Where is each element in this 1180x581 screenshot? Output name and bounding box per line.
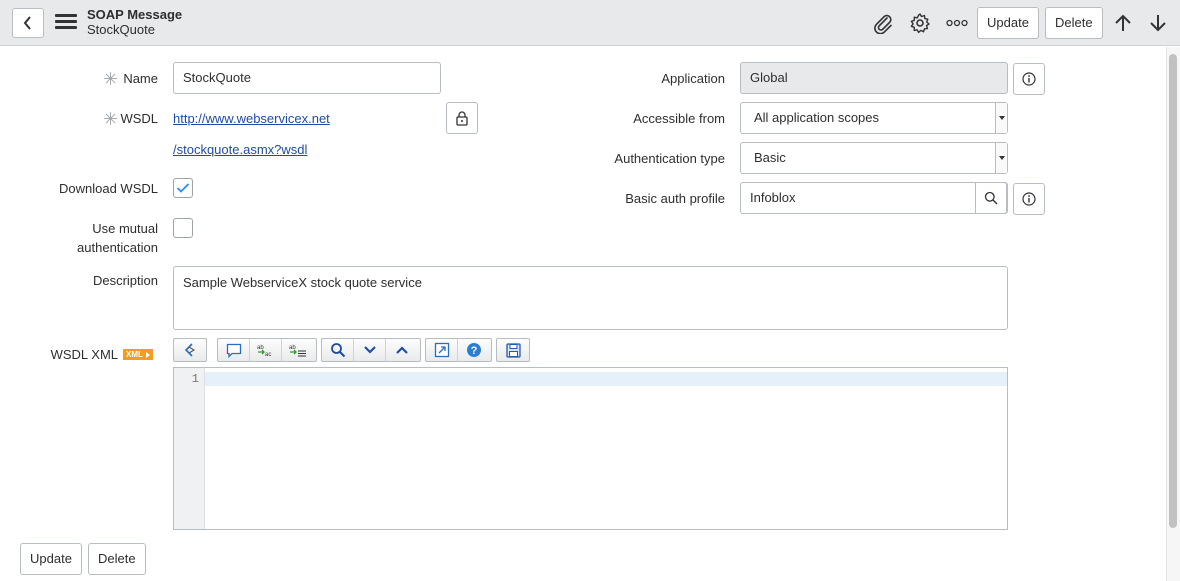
- description-label: Description: [92, 273, 158, 288]
- toolbar-group-search: [321, 338, 421, 362]
- format-icon: [184, 343, 196, 357]
- svg-text:ac: ac: [265, 352, 271, 358]
- find-next-button[interactable]: [354, 339, 386, 361]
- lock-icon: [456, 111, 468, 126]
- basic-auth-profile-label: Basic auth profile: [625, 191, 725, 206]
- comment-icon: [226, 343, 241, 358]
- auth-type-select[interactable]: Basic: [740, 142, 1008, 174]
- expand-icon: [434, 342, 449, 358]
- header-delete-button[interactable]: Delete: [1045, 7, 1103, 39]
- name-field[interactable]: StockQuote: [173, 62, 441, 94]
- help-icon: ?: [467, 343, 481, 357]
- paperclip-icon[interactable]: [871, 12, 895, 34]
- accessible-from-value: All application scopes: [754, 110, 880, 125]
- application-info-button[interactable]: [1013, 63, 1045, 95]
- chevron-left-icon: [23, 16, 31, 30]
- wsdl-link[interactable]: http://www.webservicex.net: [173, 111, 330, 126]
- basic-auth-profile-field[interactable]: Infoblox: [740, 182, 1008, 214]
- dropdown-arrow-icon: [995, 103, 1007, 133]
- mutual-auth-label-line2: authentication: [77, 240, 158, 255]
- chevron-down-icon: [363, 346, 376, 354]
- active-line-highlight: [205, 372, 1007, 386]
- replace-button[interactable]: ab ac: [250, 339, 282, 361]
- scrollbar-thumb[interactable]: [1169, 54, 1177, 528]
- save-button[interactable]: [497, 339, 529, 361]
- wsdl-label: WSDL: [120, 111, 158, 126]
- wsdl-xml-editor[interactable]: 1: [173, 367, 1008, 530]
- line-number: 1: [191, 372, 199, 386]
- accessible-from-select[interactable]: All application scopes: [740, 102, 1008, 134]
- form-header: SOAP Message StockQuote Update Delete: [0, 0, 1180, 46]
- download-wsdl-checkbox[interactable]: [173, 178, 193, 198]
- comment-button[interactable]: [218, 339, 250, 361]
- svg-text:ab: ab: [289, 345, 296, 351]
- toolbar-group-save: [496, 338, 530, 362]
- description-textarea[interactable]: Sample WebserviceX stock quote service: [173, 266, 1008, 330]
- wsdl-xml-label: WSDL XML: [50, 347, 118, 362]
- name-label: Name: [123, 71, 158, 86]
- header-update-button[interactable]: Update: [977, 7, 1039, 39]
- svg-text:ab: ab: [257, 345, 264, 351]
- replace-all-button[interactable]: ab: [282, 339, 314, 361]
- format-code-button[interactable]: [174, 339, 206, 361]
- back-button[interactable]: [12, 8, 44, 38]
- editor-gutter: 1: [174, 368, 205, 529]
- update-button[interactable]: Update: [20, 543, 82, 575]
- download-wsdl-label: Download WSDL: [59, 181, 158, 196]
- search-button[interactable]: [322, 339, 354, 361]
- toolbar-group-view: ?: [425, 338, 492, 362]
- help-button[interactable]: ?: [458, 339, 490, 361]
- accessible-from-label: Accessible from: [633, 111, 725, 126]
- arrow-down-icon[interactable]: [1146, 12, 1170, 34]
- save-icon: [505, 342, 521, 358]
- more-options-icon[interactable]: [945, 12, 969, 34]
- unlock-button[interactable]: [446, 102, 478, 134]
- info-icon: [1022, 72, 1036, 86]
- auth-profile-info-button[interactable]: [1013, 183, 1045, 215]
- checkmark-icon: [176, 183, 190, 193]
- replace-icon: abac: [257, 345, 271, 358]
- replace-all-icon: ab: [289, 345, 306, 357]
- find-previous-button[interactable]: [386, 339, 418, 361]
- menu-icon[interactable]: [55, 14, 77, 32]
- svg-text:?: ?: [471, 345, 478, 357]
- search-icon: [330, 343, 345, 358]
- fullscreen-button[interactable]: [426, 339, 458, 361]
- info-icon: [1022, 192, 1036, 206]
- chevron-up-icon: [396, 346, 408, 354]
- search-icon: [984, 191, 998, 205]
- application-field: Global: [740, 62, 1008, 94]
- auth-type-label: Authentication type: [614, 151, 725, 166]
- page-title: SOAP Message: [87, 7, 183, 22]
- xml-badge-text: XML: [126, 350, 143, 359]
- basic-auth-profile-value: Infoblox: [750, 190, 796, 205]
- lookup-button[interactable]: [975, 182, 1007, 214]
- mutual-auth-label-line1: Use mutual: [92, 221, 158, 236]
- application-label: Application: [661, 71, 725, 86]
- dropdown-arrow-icon: [995, 143, 1007, 173]
- toolbar-group-format: [173, 338, 207, 362]
- gear-icon[interactable]: [908, 12, 932, 34]
- title-block: SOAP Message StockQuote: [87, 7, 182, 37]
- arrow-up-icon[interactable]: [1111, 12, 1135, 34]
- xml-badge: XML: [123, 349, 153, 360]
- toolbar-group-edit: ab ac ab: [217, 338, 317, 362]
- delete-button[interactable]: Delete: [88, 543, 146, 575]
- auth-type-value: Basic: [754, 150, 786, 165]
- mutual-auth-checkbox[interactable]: [173, 218, 193, 238]
- triangle-right-icon: [145, 351, 150, 358]
- page-subtitle: StockQuote: [87, 22, 155, 37]
- wsdl-link-continued[interactable]: /stockquote.asmx?wsdl: [173, 142, 307, 157]
